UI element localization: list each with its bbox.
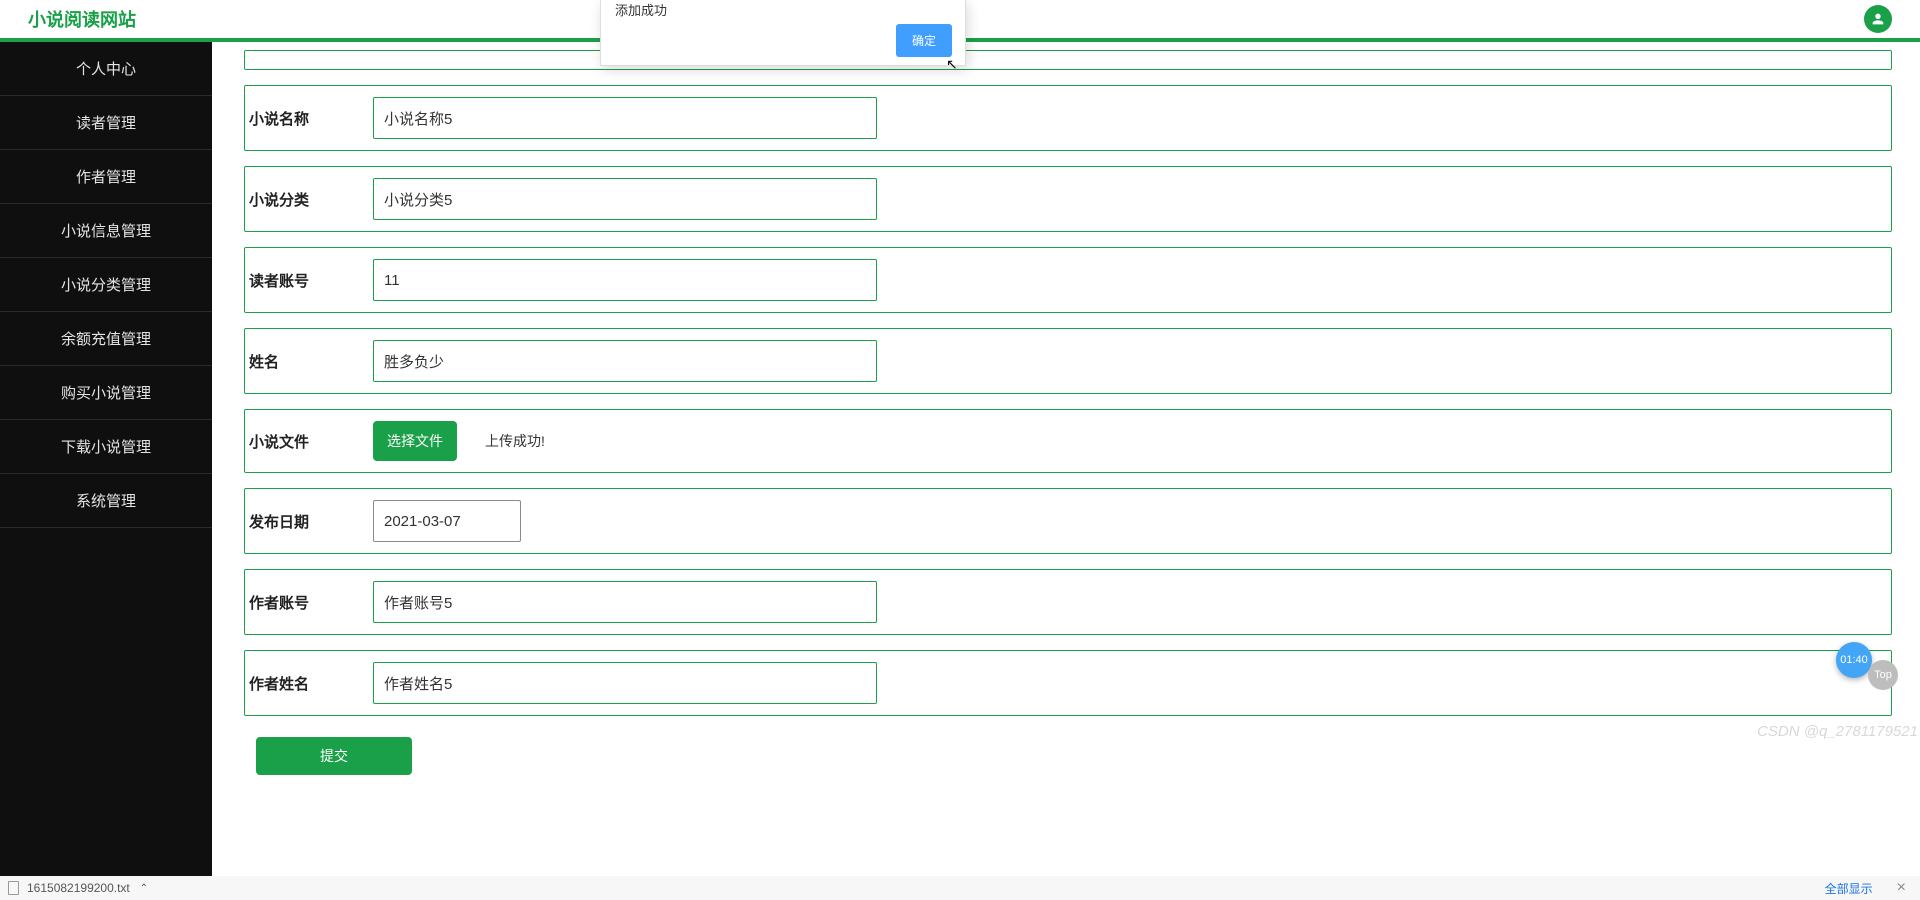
show-all-link[interactable]: 全部显示	[1825, 880, 1873, 897]
field-label: 读者账号	[247, 270, 373, 291]
success-modal: 添加成功 确定	[600, 0, 966, 66]
sidebar-item-label: 余额充值管理	[61, 328, 151, 349]
form-row-clipped	[244, 50, 1892, 70]
upload-status-text: 上传成功!	[485, 431, 545, 451]
modal-footer: 确定	[896, 24, 952, 57]
form-row-novel-file: 小说文件 选择文件 上传成功!	[244, 409, 1892, 473]
download-item[interactable]: 1615082199200.txt ⌃	[8, 881, 148, 895]
form-row-novel-name: 小说名称	[244, 85, 1892, 151]
user-icon	[1870, 11, 1886, 27]
field-label: 作者账号	[247, 592, 373, 613]
sidebar-item-download[interactable]: 下载小说管理	[0, 420, 212, 474]
timer-badge[interactable]: 01:40	[1836, 642, 1872, 678]
sidebar-item-label: 读者管理	[76, 112, 136, 133]
app-layout: 个人中心 读者管理 作者管理 小说信息管理 小说分类管理 余额充值管理 购买小说…	[0, 42, 1920, 900]
field-label: 小说名称	[247, 108, 373, 129]
watermark-text: CSDN @q_2781179521	[1757, 723, 1918, 740]
sidebar-item-authors[interactable]: 作者管理	[0, 150, 212, 204]
download-filename: 1615082199200.txt	[27, 881, 130, 895]
sidebar-item-label: 小说分类管理	[61, 274, 151, 295]
publish-date-input[interactable]	[373, 500, 521, 542]
form-row-author-name: 作者姓名	[244, 650, 1892, 716]
user-avatar[interactable]	[1864, 5, 1892, 33]
sidebar-item-personal[interactable]: 个人中心	[0, 42, 212, 96]
sidebar-item-label: 个人中心	[76, 58, 136, 79]
sidebar: 个人中心 读者管理 作者管理 小说信息管理 小说分类管理 余额充值管理 购买小说…	[0, 42, 212, 900]
back-to-top-button[interactable]: Top	[1868, 660, 1898, 690]
form-row-reader-acc: 读者账号	[244, 247, 1892, 313]
form-content: 小说名称 小说分类 读者账号 姓名 小说文件 选择文件 上传成功! 发布日期 作…	[212, 42, 1920, 900]
modal-message: 添加成功	[601, 0, 965, 19]
browser-download-bar: 1615082199200.txt ⌃ 全部显示 ×	[0, 876, 1920, 900]
sidebar-item-novelinfo[interactable]: 小说信息管理	[0, 204, 212, 258]
sidebar-item-readers[interactable]: 读者管理	[0, 96, 212, 150]
field-label: 作者姓名	[247, 673, 373, 694]
sidebar-item-system[interactable]: 系统管理	[0, 474, 212, 528]
author-name-input[interactable]	[373, 662, 877, 704]
sidebar-item-label: 购买小说管理	[61, 382, 151, 403]
sidebar-item-label: 下载小说管理	[61, 436, 151, 457]
sidebar-item-novelcat[interactable]: 小说分类管理	[0, 258, 212, 312]
field-label: 姓名	[247, 351, 373, 372]
field-label: 小说文件	[247, 431, 373, 452]
reader-account-input[interactable]	[373, 259, 877, 301]
novel-name-input[interactable]	[373, 97, 877, 139]
choose-file-button[interactable]: 选择文件	[373, 421, 457, 461]
sidebar-item-balance[interactable]: 余额充值管理	[0, 312, 212, 366]
form-row-name: 姓名	[244, 328, 1892, 394]
sidebar-item-purchase[interactable]: 购买小说管理	[0, 366, 212, 420]
sidebar-item-label: 作者管理	[76, 166, 136, 187]
sidebar-item-label: 系统管理	[76, 490, 136, 511]
site-title: 小说阅读网站	[28, 6, 136, 32]
field-label: 发布日期	[247, 511, 373, 532]
chevron-up-icon[interactable]: ⌃	[140, 883, 148, 894]
submit-button[interactable]: 提交	[256, 737, 412, 775]
file-icon	[8, 881, 19, 895]
sidebar-item-label: 小说信息管理	[61, 220, 151, 241]
novel-cat-input[interactable]	[373, 178, 877, 220]
form-row-author-acc: 作者账号	[244, 569, 1892, 635]
author-account-input[interactable]	[373, 581, 877, 623]
name-input[interactable]	[373, 340, 877, 382]
modal-confirm-button[interactable]: 确定	[896, 24, 952, 57]
field-label: 小说分类	[247, 189, 373, 210]
close-icon[interactable]: ×	[1891, 879, 1912, 897]
form-row-publish-date: 发布日期	[244, 488, 1892, 554]
form-row-novel-cat: 小说分类	[244, 166, 1892, 232]
